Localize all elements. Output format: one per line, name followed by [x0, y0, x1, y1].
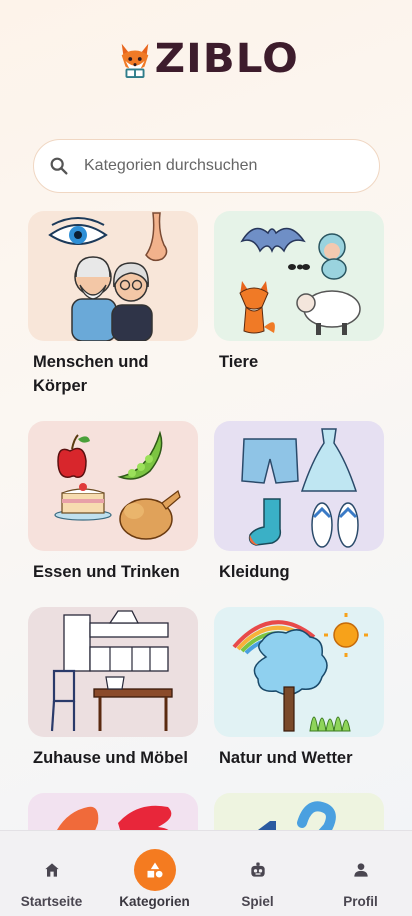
category-image-nature	[214, 607, 384, 737]
category-label: Tiere	[219, 353, 259, 371]
category-card-partial-left[interactable]	[28, 793, 198, 830]
profile-icon	[340, 849, 382, 891]
nav-item-profil[interactable]: Profil	[311, 831, 411, 909]
category-label: Menschen und Körper	[33, 353, 149, 395]
category-grid: Menschen und Körper Tiere Essen und Trin…	[0, 0, 412, 830]
category-image-clothes	[214, 421, 384, 551]
category-card-essen-und-trinken[interactable]: Essen und Trinken	[28, 421, 198, 584]
category-label: Zuhause und Möbel	[33, 749, 188, 767]
category-label: Natur und Wetter	[219, 749, 353, 767]
category-image-colors	[28, 793, 198, 830]
nav-label: Spiel	[241, 894, 274, 909]
nav-item-spiel[interactable]: Spiel	[208, 831, 308, 909]
category-card-menschen-und-koerper[interactable]: Menschen und Körper	[28, 211, 198, 398]
category-card-partial-right[interactable]	[214, 793, 384, 830]
categories-icon	[133, 849, 176, 891]
category-label: Kleidung	[219, 563, 290, 581]
nav-item-startseite[interactable]: Startseite	[2, 831, 102, 909]
game-icon	[237, 849, 279, 891]
category-image-animals	[214, 211, 384, 341]
category-image-food	[28, 421, 198, 551]
nav-label: Kategorien	[119, 894, 190, 909]
bottom-navigation: Startseite Kategorien Spiel Profil	[0, 830, 412, 916]
category-card-kleidung[interactable]: Kleidung	[214, 421, 384, 584]
category-image-numbers	[214, 793, 384, 830]
category-card-zuhause-und-moebel[interactable]: Zuhause und Möbel	[28, 607, 198, 770]
nav-label: Profil	[343, 894, 378, 909]
category-image-people	[28, 211, 198, 341]
category-card-tiere[interactable]: Tiere	[214, 211, 384, 374]
category-image-home	[28, 607, 198, 737]
home-icon	[31, 849, 73, 891]
nav-label: Startseite	[20, 894, 83, 909]
category-card-natur-und-wetter[interactable]: Natur und Wetter	[214, 607, 384, 770]
nav-item-kategorien[interactable]: Kategorien	[105, 831, 205, 909]
category-label: Essen und Trinken	[33, 563, 180, 581]
